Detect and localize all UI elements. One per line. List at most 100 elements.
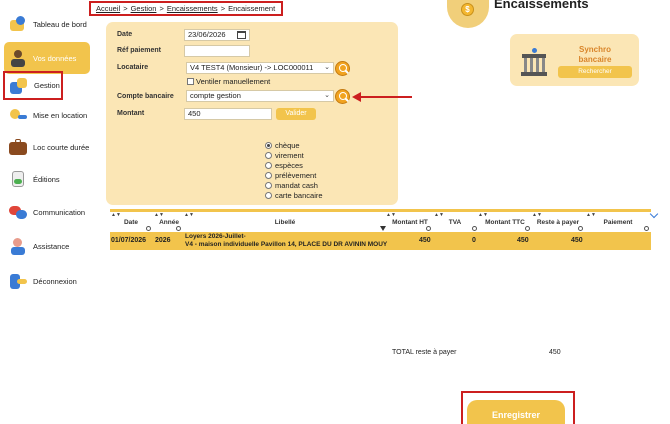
radio-virement[interactable]: virement [265,150,304,160]
column-header-libelle[interactable]: Libellé [260,219,310,226]
radio-button[interactable] [265,191,272,199]
cell-libelle: Loyers 2026-Juillet- V4 - maison individ… [185,233,387,249]
montant-value: 450 [188,109,201,118]
radio-label: chèque [275,140,300,150]
radio-button[interactable] [265,161,272,169]
locataire-select[interactable]: V4 TEST4 (Monsieur) -> LOC000011 ⌄ [186,62,334,74]
compte-search-icon[interactable] [335,89,350,104]
dashboard-icon [8,14,28,34]
sort-icon[interactable]: ▲▼ [586,212,596,218]
cell-tva: 0 [472,237,476,244]
breadcrumb-link-encaissements[interactable]: Encaissements [167,4,218,13]
radio-cheque[interactable]: chèque [265,140,300,150]
sidebar-item-label: Mise en location [33,110,88,120]
column-header-annee[interactable]: Année [157,219,181,226]
column-header-paiement[interactable]: Paiement [600,219,636,226]
locataire-value: V4 TEST4 (Monsieur) -> LOC000011 [190,63,314,72]
sidebar-item-communication[interactable]: Communication [4,197,90,227]
date-input[interactable]: 23/06/2026 [184,29,250,41]
column-header-reste-a-payer[interactable]: Reste à payer [535,219,581,226]
chevron-down-icon: ⌄ [324,92,330,99]
cell-reste-a-payer: 450 [571,237,583,244]
sidebar-item-loc-courte-duree[interactable]: Loc courte durée [4,132,90,162]
column-header-date[interactable]: Date [120,219,142,226]
search-icon[interactable] [525,226,530,231]
suitcase-icon [8,137,28,157]
search-icon[interactable] [176,226,181,231]
sidebar-item-label: Loc courte durée [33,142,90,152]
valider-button[interactable]: Valider [276,108,316,120]
cell-montant-ht: 450 [419,237,431,244]
search-icon[interactable] [578,226,583,231]
chat-icon [8,202,28,222]
locataire-search-icon[interactable] [335,61,350,76]
breadcrumb-separator: > [220,4,226,13]
search-icon[interactable] [644,226,649,231]
compte-bancaire-select[interactable]: compte gestion ⌄ [186,90,334,102]
radio-label: espèces [275,160,303,170]
sidebar-item-mise-en-location[interactable]: Mise en location [4,100,90,130]
rechercher-button[interactable]: Rechercher [558,66,632,78]
page-title: Encaissements [494,0,589,11]
sidebar-item-tableau-de-bord[interactable]: Tableau de bord [4,9,90,39]
radio-mandat-cash[interactable]: mandat cash [265,180,318,190]
sidebar-item-gestion[interactable]: Gestion [3,71,63,100]
money-box-icon: $ [447,0,489,28]
breadcrumb-separator: > [123,4,128,13]
radio-especes[interactable]: espèces [265,160,303,170]
sort-icon[interactable]: ▲▼ [184,212,194,218]
key-icon [8,105,28,125]
sort-icon[interactable]: ▲▼ [434,212,444,218]
sort-icon[interactable]: ▲▼ [478,212,488,218]
sort-icon[interactable]: ▲▼ [386,212,396,218]
cell-date: 01/07/2026 [111,237,147,244]
calendar-icon[interactable] [237,31,246,39]
radio-button[interactable] [265,151,272,159]
filter-icon[interactable] [380,226,386,231]
sort-icon[interactable]: ▲▼ [111,212,121,218]
sort-icon[interactable]: ▲▼ [154,212,164,218]
sidebar-item-label: Assistance [33,241,70,251]
locataire-label: Locataire [117,64,149,71]
compte-bancaire-value: compte gestion [190,91,241,100]
sync-title-line2: bancaire [578,55,612,64]
user-icon [8,48,28,68]
sidebar-item-assistance[interactable]: Assistance [4,231,90,261]
radio-carte-bancaire[interactable]: carte bancaire [265,190,323,200]
sidebar-item-vos-donnees[interactable]: Vos données [4,42,90,74]
radio-button[interactable] [265,171,272,179]
search-icon[interactable] [472,226,477,231]
sync-title: Synchro bancaire [560,45,630,65]
montant-input[interactable]: 450 [184,108,272,120]
montant-label: Montant [117,110,145,117]
date-value: 23/06/2026 [188,30,226,39]
column-header-tva[interactable]: TVA [443,219,467,226]
sidebar-item-label: Tableau de bord [33,19,87,29]
sidebar-item-label: Déconnexion [33,276,77,286]
radio-prelevement[interactable]: prélèvement [265,170,316,180]
sidebar-item-label: Communication [33,207,86,217]
sidebar-item-deconnexion[interactable]: Déconnexion [4,266,90,296]
ventiler-checkbox[interactable] [187,78,194,85]
compte-bancaire-label: Compte bancaire [117,93,174,100]
breadcrumb-current: Encaissement [228,4,276,13]
search-icon[interactable] [426,226,431,231]
breadcrumb-link-accueil[interactable]: Accueil [96,4,120,13]
chevron-down-icon[interactable] [649,209,659,219]
radio-button[interactable] [265,141,272,149]
bank-icon [520,48,548,78]
radio-button[interactable] [265,181,272,189]
ref-paiement-input[interactable] [184,45,250,57]
ventiler-label: Ventiler manuellement [196,77,271,86]
breadcrumb-link-gestion[interactable]: Gestion [131,4,157,13]
chevron-down-icon: ⌄ [324,64,330,71]
sort-icon[interactable]: ▲▼ [532,212,542,218]
sidebar-item-editions[interactable]: Éditions [4,164,90,194]
column-header-montant-ht[interactable]: Montant HT [390,219,430,226]
support-icon [8,236,28,256]
save-button[interactable]: Enregistrer [467,400,565,424]
column-header-montant-ttc[interactable]: Montant TTC [482,219,528,226]
search-icon[interactable] [146,226,151,231]
date-label: Date [117,31,133,38]
cell-libelle-line2: V4 - maison individuelle Pavillon 14, PL… [185,241,388,248]
